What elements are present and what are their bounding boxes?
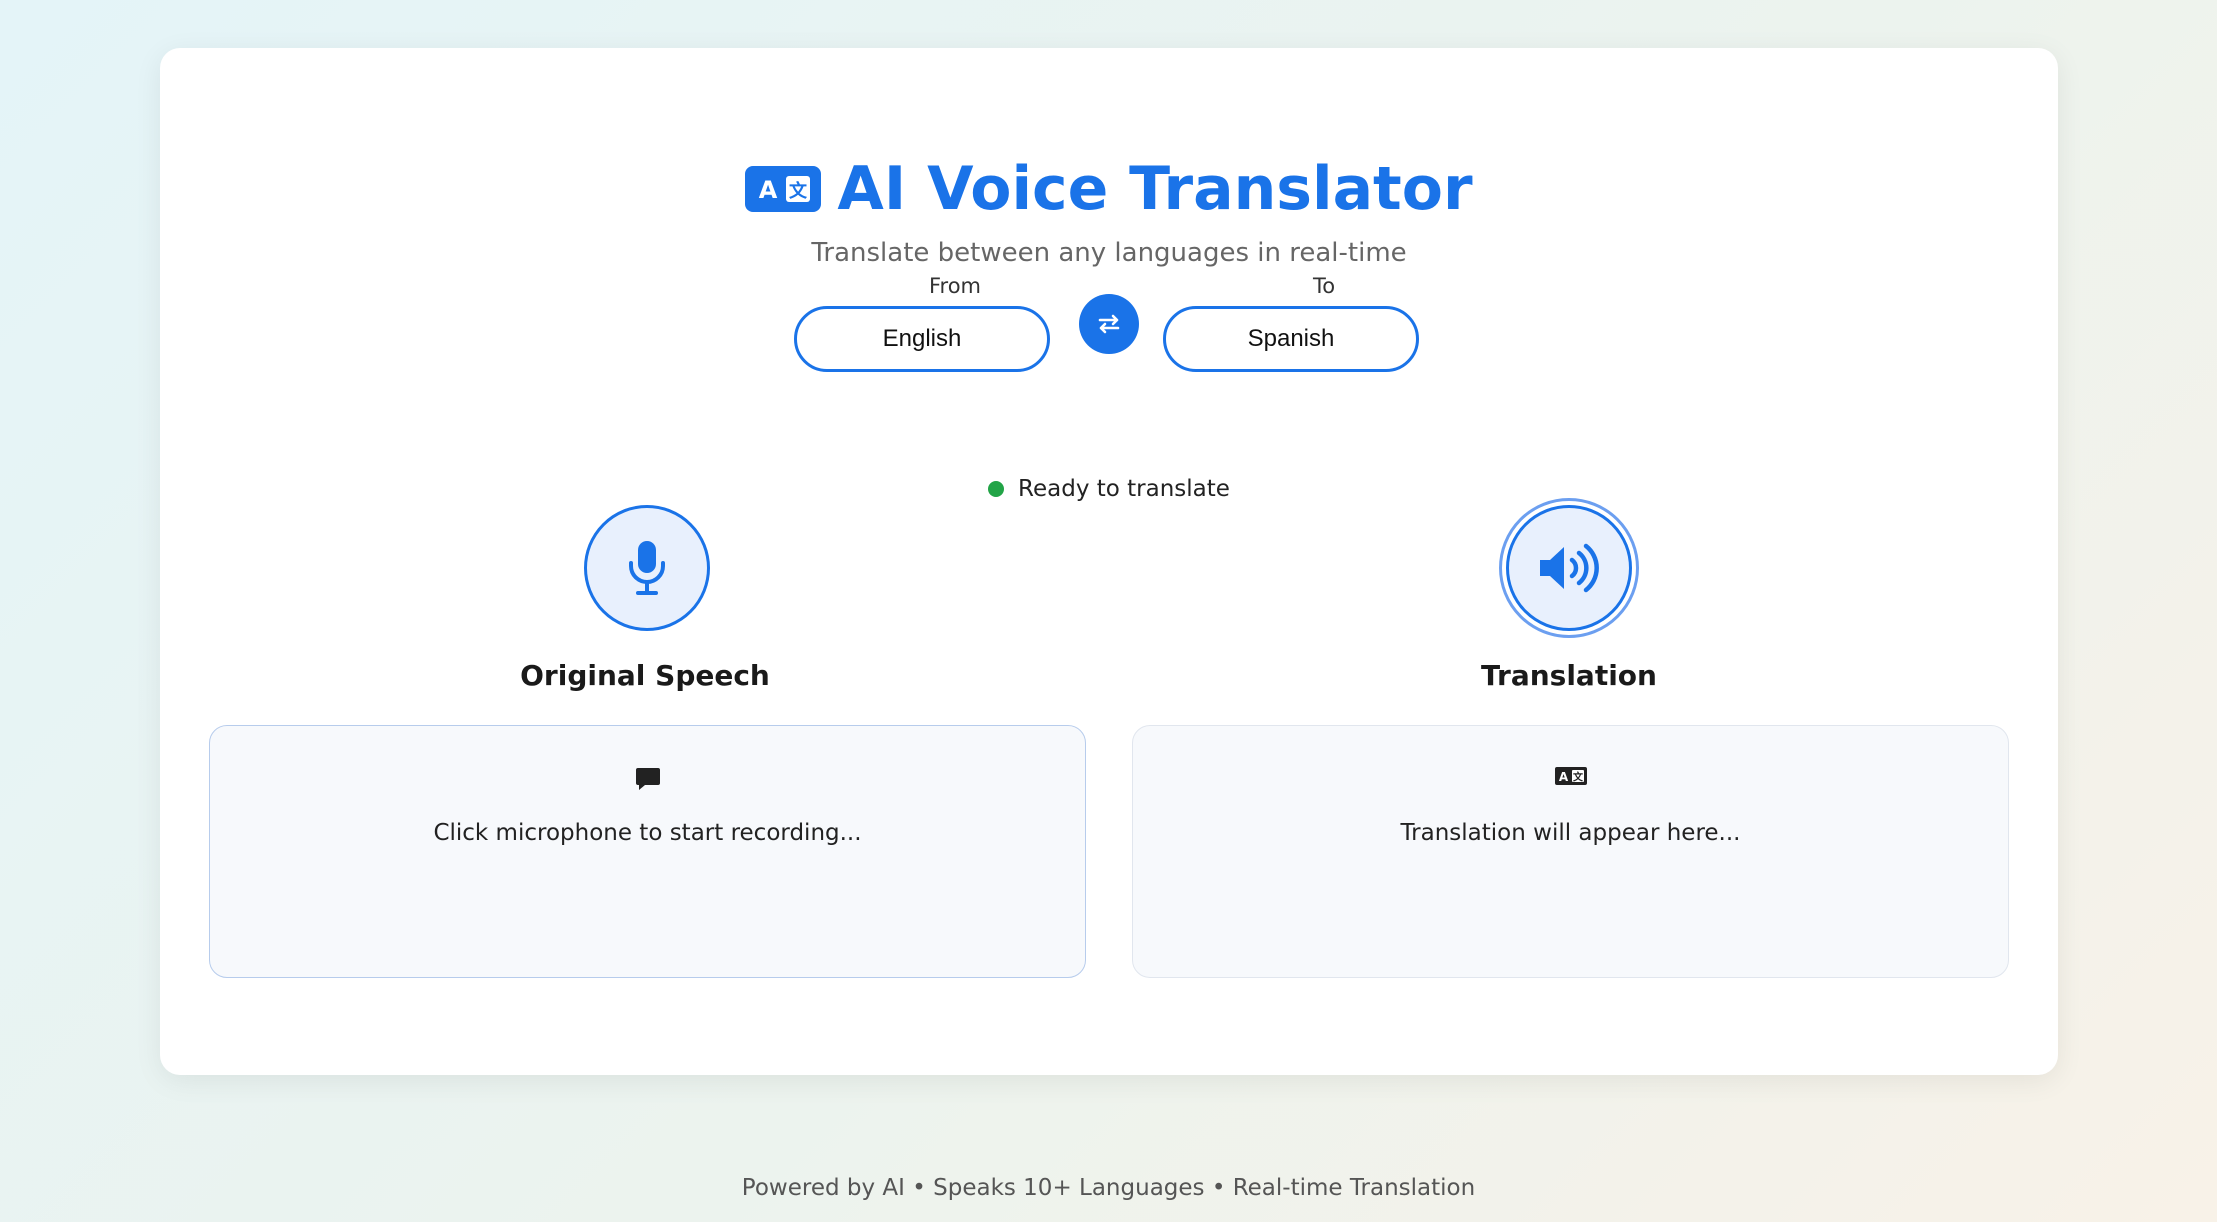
svg-text:文: 文 [789,180,808,202]
translator-card: A 文 AI Voice Translator Translate betwee… [160,48,2058,1075]
status-text: Ready to translate [1018,476,1230,502]
translate-icon: A 文 [745,166,822,212]
translation-title: Translation [1481,659,1657,692]
play-translation-button[interactable] [1506,505,1632,631]
status-dot [988,481,1005,497]
to-language-value: Spanish [1247,325,1335,352]
speaker-icon [1540,543,1599,593]
svg-text:文: 文 [1573,771,1584,784]
translate-icon: A 文 [1554,766,1587,790]
page-title: AI Voice Translator [837,154,1473,224]
original-speech-placeholder: Click microphone to start recording... [433,820,862,846]
svg-text:A: A [1558,770,1568,784]
from-language-value: English [882,325,962,352]
swap-arrows-icon [1098,314,1120,334]
from-label: From [928,274,982,298]
translation-placeholder: Translation will appear here... [1400,820,1741,846]
swap-languages-button[interactable] [1079,294,1139,354]
record-button[interactable] [584,505,710,631]
translation-panel: A 文 Translation will appear here... [1132,725,2009,978]
original-speech-title: Original Speech [520,659,770,692]
speech-bubble-icon [635,766,661,796]
footer: Powered by AI • Speaks 10+ Languages • R… [741,1175,1476,1201]
app-header: A 文 AI Voice Translator [160,154,2058,224]
status-indicator: Ready to translate [160,476,2058,502]
from-language-select[interactable]: English [794,306,1050,372]
original-speech-panel: Click microphone to start recording... [209,725,1086,978]
page-subtitle: Translate between any languages in real-… [811,238,1407,268]
to-label: To [1312,274,1336,298]
microphone-icon [629,541,665,595]
to-language-select[interactable]: Spanish [1163,306,1419,372]
svg-text:A: A [759,176,778,204]
